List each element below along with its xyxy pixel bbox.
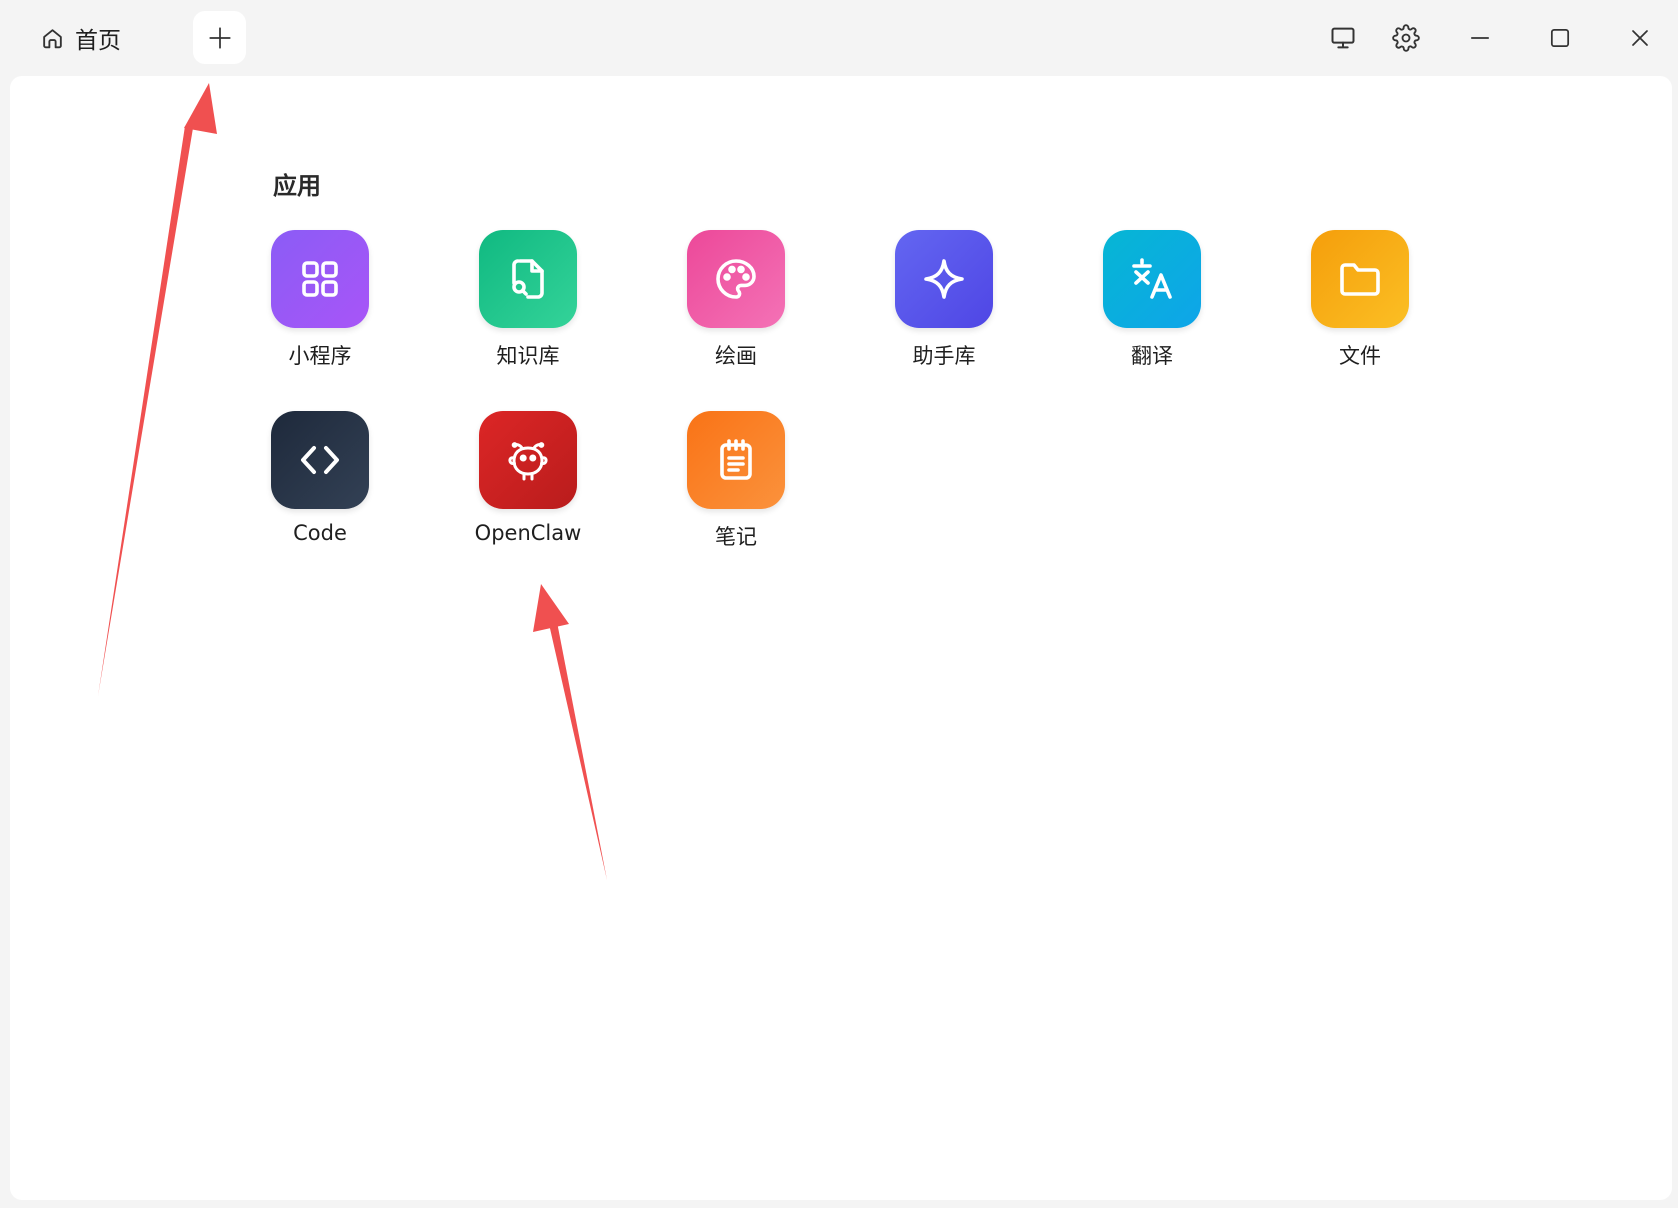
- settings-button[interactable]: [1386, 18, 1426, 58]
- plus-icon: [208, 26, 231, 49]
- new-tab-button[interactable]: [193, 11, 246, 64]
- app-label: 小程序: [288, 344, 352, 368]
- monitor-icon: [1331, 27, 1355, 49]
- folder-icon: [1340, 263, 1380, 296]
- sparkle-icon: [924, 259, 964, 299]
- app-label: OpenClaw: [474, 521, 582, 545]
- app-translate[interactable]: 翻译: [1078, 230, 1228, 380]
- app-label: 翻译: [1131, 344, 1173, 368]
- app-label: 文件: [1339, 344, 1381, 368]
- app-notes[interactable]: 笔记: [662, 411, 812, 561]
- title-bar: 首页: [0, 0, 1678, 76]
- app-icon-bg: [271, 411, 369, 509]
- app-icon-bg: [687, 411, 785, 509]
- home-icon: [43, 28, 62, 48]
- maximize-icon: [1550, 28, 1570, 48]
- app-label: 知识库: [496, 344, 560, 368]
- minimize-button[interactable]: [1460, 18, 1500, 58]
- app-icon-bg: [479, 411, 577, 509]
- app-code[interactable]: Code: [246, 411, 396, 561]
- display-button[interactable]: [1323, 18, 1363, 58]
- tab-home[interactable]: 首页: [40, 18, 121, 58]
- minimize-icon: [1470, 37, 1490, 39]
- app-icon-bg: [1311, 230, 1409, 328]
- app-icon-bg: [895, 230, 993, 328]
- translate-icon: [1132, 258, 1172, 299]
- openclaw-icon: [508, 442, 548, 481]
- palette-icon: [716, 259, 756, 299]
- file-search-icon: [512, 259, 544, 299]
- app-label: 笔记: [715, 525, 757, 549]
- app-label: Code: [293, 521, 347, 545]
- notepad-icon: [720, 439, 752, 480]
- app-knowledge-base[interactable]: 知识库: [454, 230, 604, 380]
- close-button[interactable]: [1620, 18, 1660, 58]
- maximize-button[interactable]: [1540, 18, 1580, 58]
- app-files[interactable]: 文件: [1286, 230, 1436, 380]
- app-openclaw[interactable]: OpenClaw: [454, 411, 604, 561]
- app-label: 助手库: [912, 344, 976, 368]
- code-icon: [301, 446, 339, 474]
- app-icon-bg: [479, 230, 577, 328]
- gear-icon: [1392, 24, 1420, 52]
- main-panel: 应用 小程序 知识库 绘画 助手库 翻译 文件 Code OpenClaw 笔记: [10, 76, 1672, 1200]
- app-icon-bg: [687, 230, 785, 328]
- app-assistant-library[interactable]: 助手库: [870, 230, 1020, 380]
- tab-home-label: 首页: [75, 28, 121, 54]
- section-title: 应用: [273, 172, 321, 200]
- close-icon: [1632, 30, 1648, 46]
- grid-icon: [302, 261, 338, 297]
- app-label: 绘画: [715, 344, 757, 368]
- app-painting[interactable]: 绘画: [662, 230, 812, 380]
- app-mini-program[interactable]: 小程序: [246, 230, 396, 380]
- app-icon-bg: [1103, 230, 1201, 328]
- app-icon-bg: [271, 230, 369, 328]
